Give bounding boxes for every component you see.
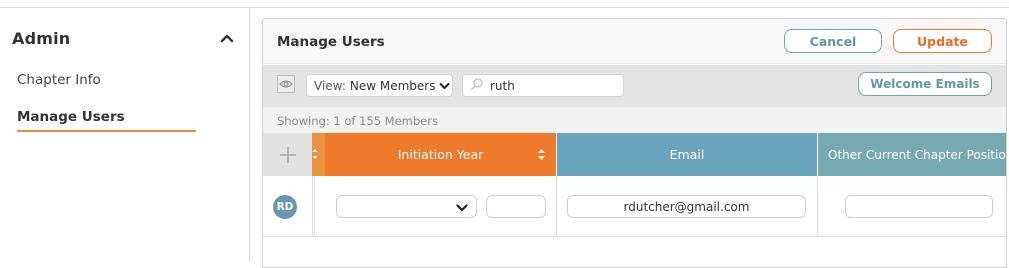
panel-header: Manage Users Cancel Update [263,19,1006,64]
column-header-label: Email [669,147,705,162]
column-divider [312,176,313,237]
table-header: Initiation Year Email Other Current Chap… [263,133,1007,176]
email-field[interactable]: rdutcher@gmail.com [567,195,806,218]
active-item-underline [17,130,196,132]
column-header-hidden [312,133,325,176]
plus-icon[interactable] [263,133,312,176]
sidebar-item-chapter-info[interactable]: Chapter Info [17,72,101,88]
results-count: Showing: 1 of 155 Members [263,107,1006,133]
initiation-year-select[interactable] [336,195,477,218]
table-row: RD rdutcher@gmail.com [263,176,1006,237]
cancel-button[interactable]: Cancel [784,29,882,53]
update-button[interactable]: Update [893,29,992,53]
view-select[interactable]: View: New Members [306,74,453,97]
column-divider [314,176,315,237]
column-divider [817,176,818,237]
column-header-label: Initiation Year [397,147,484,162]
sidebar: Admin Chapter Info Manage Users [0,8,250,261]
view-value: New Members [349,78,436,93]
column-divider [556,176,557,237]
other-positions-field[interactable] [845,195,993,218]
view-label: View: [314,78,346,93]
chevron-up-icon[interactable] [216,27,238,49]
search-icon [470,77,484,94]
column-header-initiation-year[interactable]: Initiation Year [325,133,556,176]
page-title: Manage Users [277,34,385,50]
eye-icon[interactable] [277,75,295,93]
initiation-year-input[interactable] [486,195,546,218]
avatar[interactable]: RD [273,195,297,219]
chevron-down-icon [456,197,468,216]
sidebar-title: Admin [12,28,71,48]
column-header-email[interactable]: Email [556,133,817,176]
toolbar: View: New Members ruth Welcome Emails [263,65,1006,107]
column-header-label: Other Current Chapter Positions [828,147,1007,162]
manage-users-panel: Manage Users Cancel Update View: New Mem… [262,18,1007,268]
column-header-other-positions[interactable]: Other Current Chapter Positions [817,133,1007,176]
search-input[interactable]: ruth [462,74,624,97]
search-value: ruth [490,78,515,93]
sidebar-header[interactable]: Admin [12,26,238,50]
sidebar-item-manage-users[interactable]: Manage Users [17,109,125,125]
sort-icon[interactable] [537,148,546,161]
welcome-emails-button[interactable]: Welcome Emails [858,72,992,96]
chevron-down-icon [439,79,450,93]
